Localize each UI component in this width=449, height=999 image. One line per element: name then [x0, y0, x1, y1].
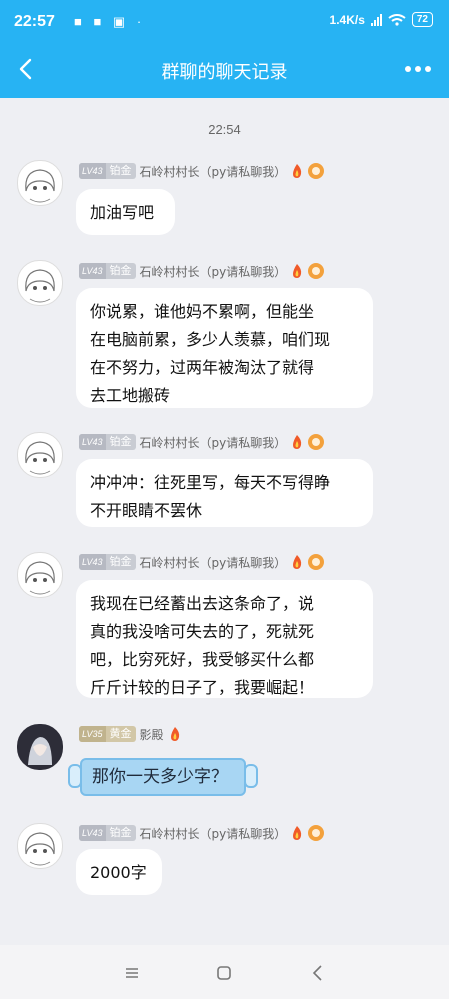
home-icon[interactable] — [214, 963, 234, 983]
message-line: 你说累，谁他妈不累啊，但能坐 — [90, 302, 315, 321]
avatar[interactable] — [17, 432, 63, 478]
more-options-icon[interactable] — [405, 66, 431, 72]
nav-bar: 群聊的聊天记录 — [0, 42, 449, 98]
message-bubble[interactable]: 加油写吧 — [76, 189, 175, 235]
fire-icon — [170, 727, 179, 741]
message-meta: LV43 铂金 石岭村村长（py请私聊我） — [79, 824, 325, 842]
sender-name[interactable]: 石岭村村长（py请私聊我） — [140, 825, 287, 842]
level-badge: LV43 铂金 — [79, 825, 136, 841]
avatar[interactable] — [17, 823, 63, 869]
message-meta: LV35 黄金 影殿 — [79, 725, 182, 743]
fire-icon — [293, 264, 302, 278]
message-meta: LV43 铂金 石岭村村长（py请私聊我） — [79, 553, 325, 571]
sender-name[interactable]: 石岭村村长（py请私聊我） — [140, 554, 287, 571]
message-bubble[interactable]: 冲冲冲：往死里写，每天不写得睁 不开眼睛不罢休 — [76, 459, 373, 527]
message-line: 去工地搬砖 — [90, 386, 171, 405]
message-bubble[interactable]: 2000字 — [76, 849, 162, 895]
message-line: 吧，比穷死好，我受够买什么都 — [90, 650, 315, 669]
message-line: 在不努力，过两年被淘汰了就得 — [90, 358, 315, 377]
sender-name[interactable]: 石岭村村长（py请私聊我） — [140, 163, 287, 180]
menu-icon[interactable] — [122, 963, 142, 983]
message-line: 不开眼睛不罢休 — [90, 501, 203, 520]
message-bubble[interactable]: 那你一天多少字？ — [68, 758, 258, 796]
message-meta: LV43 铂金 石岭村村长（py请私聊我） — [79, 162, 325, 180]
signal-icon — [370, 13, 382, 26]
message-line: 斤斤计较的日子了，我要崛起！ — [90, 678, 315, 697]
avatar[interactable] — [17, 160, 63, 206]
network-speed: 1.4K/s — [329, 12, 365, 27]
system-nav-bar — [0, 945, 449, 999]
medal-icon — [308, 263, 325, 279]
notification-icons: ■ ■ ▣ · — [74, 14, 146, 29]
message-line: 我现在已经蓄出去这条命了，说 — [90, 594, 315, 613]
sender-name[interactable]: 石岭村村长（py请私聊我） — [140, 263, 287, 280]
message-line: 在电脑前累，多少人羡慕，咱们现 — [90, 330, 331, 349]
message-text: 加油写吧 — [90, 203, 155, 222]
back-nav-icon[interactable] — [308, 963, 328, 983]
message-line: 真的我没啥可失去的了，死就死 — [90, 622, 315, 641]
message-bubble[interactable]: 你说累，谁他妈不累啊，但能坐 在电脑前累，多少人羡慕，咱们现 在不努力，过两年被… — [76, 288, 373, 408]
medal-icon — [308, 825, 325, 841]
message-text: 2000字 — [90, 863, 147, 882]
status-right: 1.4K/s 72 — [330, 12, 433, 27]
message-line: 冲冲冲：往死里写，每天不写得睁 — [90, 473, 331, 492]
fire-icon — [293, 164, 302, 178]
chat-timestamp: 22:54 — [208, 122, 241, 137]
page-title: 群聊的聊天记录 — [161, 62, 288, 83]
level-badge: LV43 铂金 — [79, 163, 136, 179]
sender-name[interactable]: 影殿 — [140, 726, 164, 743]
message-meta: LV43 铂金 石岭村村长（py请私聊我） — [79, 262, 325, 280]
status-time: 22:57 — [14, 13, 55, 30]
avatar[interactable] — [17, 260, 63, 306]
medal-icon — [308, 434, 325, 450]
medal-icon — [308, 163, 325, 179]
level-badge: LV43 铂金 — [79, 434, 136, 450]
level-badge: LV43 铂金 — [79, 554, 136, 570]
message-text: 那你一天多少字？ — [92, 767, 228, 787]
message-meta: LV43 铂金 石岭村村长（py请私聊我） — [79, 433, 325, 451]
avatar[interactable] — [17, 724, 63, 770]
avatar[interactable] — [17, 552, 63, 598]
message-bubble[interactable]: 我现在已经蓄出去这条命了，说 真的我没啥可失去的了，死就死 吧，比穷死好，我受够… — [76, 580, 373, 698]
status-bar: 22:57 ■ ■ ▣ · 1.4K/s 72 — [0, 0, 449, 42]
wifi-icon — [388, 13, 406, 26]
sender-name[interactable]: 石岭村村长（py请私聊我） — [140, 434, 287, 451]
fire-icon — [293, 555, 302, 569]
level-badge: LV43 铂金 — [79, 263, 136, 279]
battery-icon: 72 — [411, 12, 433, 27]
fire-icon — [293, 435, 302, 449]
fire-icon — [293, 826, 302, 840]
medal-icon — [308, 554, 325, 570]
level-badge: LV35 黄金 — [79, 726, 136, 742]
